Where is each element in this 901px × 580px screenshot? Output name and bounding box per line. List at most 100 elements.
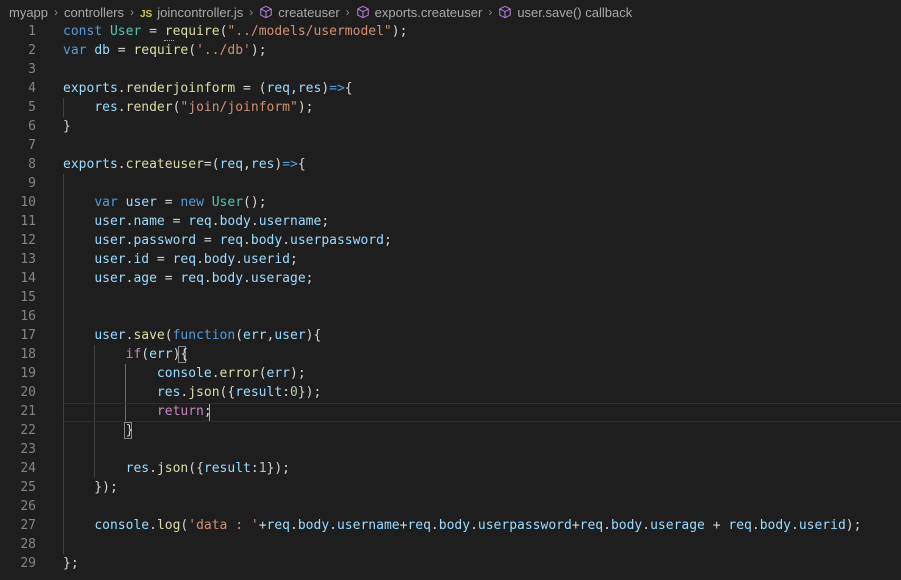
code-line[interactable]: 8 exports.createuser=(req,res)=>{ — [0, 155, 901, 174]
line-number: 7 — [28, 138, 36, 153]
breadcrumb-symbol-createuser[interactable]: createuser — [259, 5, 340, 20]
code-line[interactable]: 5 res.render("join/joinform"); — [0, 98, 901, 117]
code-line[interactable]: 9 — [0, 174, 901, 193]
code-line[interactable]: 18 if(err){ — [0, 345, 901, 364]
code-token: req — [188, 214, 212, 229]
code-line[interactable]: 22 } — [0, 421, 901, 440]
code-line[interactable]: 7 — [0, 136, 901, 155]
code-line[interactable]: 2 var db = require('../db'); — [0, 41, 901, 60]
code-token: }); — [266, 461, 291, 476]
code-token: render — [125, 100, 173, 115]
code-token: ; — [383, 233, 392, 248]
code-token: new — [180, 195, 212, 210]
code-line[interactable]: 13 user.id = req.body.userid; — [0, 250, 901, 269]
code-token: console — [94, 518, 150, 533]
code-text: }; — [63, 554, 79, 573]
code-token: return — [156, 404, 204, 419]
line-number: 14 — [20, 271, 36, 286]
code-token: . — [642, 518, 651, 533]
code-token: = — [196, 233, 220, 248]
breadcrumb: myapp › controllers › JS joincontroller.j… — [0, 0, 901, 24]
code-token: console — [156, 366, 212, 381]
code-line[interactable]: 20 res.json({result:0}); — [0, 383, 901, 402]
breadcrumb-symbol-exports-createuser[interactable]: exports.createuser — [356, 5, 482, 20]
code-token: require — [164, 24, 220, 39]
chevron-right-icon: › — [130, 5, 134, 19]
code-token: req — [728, 518, 752, 533]
code-token: ({ — [188, 461, 204, 476]
code-token: user — [94, 328, 126, 343]
code-token: + — [704, 518, 729, 533]
code-line[interactable]: 19 console.error(err); — [0, 364, 901, 383]
line-number: 27 — [20, 518, 36, 533]
code-token: password — [133, 233, 197, 248]
code-token: ); — [250, 43, 267, 58]
code-token: , — [243, 157, 251, 172]
code-token: ) — [321, 81, 330, 96]
code-token: ; — [290, 252, 298, 267]
code-token: }); — [63, 480, 118, 495]
code-token: . — [149, 518, 157, 533]
code-token: . — [282, 233, 291, 248]
code-token: { — [297, 157, 306, 172]
code-token: + — [258, 518, 267, 533]
breadcrumb-symbol-save-callback[interactable]: user.save() callback — [498, 5, 632, 20]
chevron-right-icon: › — [345, 5, 350, 19]
code-token: json — [188, 385, 220, 400]
line-number: 4 — [28, 81, 36, 96]
code-token: req — [180, 271, 204, 286]
code-token: { — [344, 81, 353, 96]
code-token: res — [156, 385, 181, 400]
chevron-right-icon: › — [249, 5, 254, 19]
code-line[interactable]: 29}; — [0, 554, 901, 573]
line-number: 12 — [20, 233, 36, 248]
code-line[interactable]: 21 return; — [0, 402, 901, 421]
line-number: 16 — [20, 309, 36, 324]
code-token: res — [297, 81, 322, 96]
code-token: user — [94, 252, 126, 267]
code-editor[interactable]: 1 const User = require("../models/usermod… — [0, 22, 901, 573]
code-line[interactable]: 14 user.age = req.body.userage; — [0, 269, 901, 288]
line-number: 5 — [28, 100, 36, 115]
breadcrumb-folder-myapp[interactable]: myapp — [9, 5, 48, 20]
code-token: username — [258, 214, 322, 229]
code-token: body — [203, 252, 236, 267]
code-token: body — [610, 518, 643, 533]
code-line[interactable]: 27 console.log('data : '+req.body.userna… — [0, 516, 901, 535]
code-text: var user = new User(); — [63, 193, 266, 212]
code-line[interactable]: 26 — [0, 497, 901, 516]
code-line[interactable]: 12 user.password = req.body.userpassword… — [0, 231, 901, 250]
code-line[interactable]: 15 — [0, 288, 901, 307]
code-line[interactable]: 25 }); — [0, 478, 901, 497]
code-line[interactable]: 17 user.save(function(err,user){ — [0, 326, 901, 345]
code-line[interactable]: 11 user.name = req.body.username; — [0, 212, 901, 231]
code-token: . — [117, 100, 126, 115]
code-token: . — [470, 518, 478, 533]
code-line[interactable]: 23 — [0, 440, 901, 459]
breadcrumb-file[interactable]: JS joincontroller.js — [140, 5, 243, 20]
code-line[interactable]: 6} — [0, 117, 901, 136]
line-number: 18 — [20, 347, 36, 362]
symbol-cube-icon — [356, 5, 369, 18]
code-line[interactable]: 3 — [0, 60, 901, 79]
code-line[interactable]: 24 res.json({result:1}); — [0, 459, 901, 478]
code-token: age — [133, 271, 157, 286]
code-token: ){ — [305, 328, 322, 343]
code-line[interactable]: 4 exports.renderjoinform = (req,res)=>{ — [0, 79, 901, 98]
code-line[interactable]: 10 var user = new User(); — [0, 193, 901, 212]
code-line[interactable]: 28 — [0, 535, 901, 554]
breadcrumb-folder-controllers[interactable]: controllers — [64, 5, 124, 20]
code-token: . — [149, 461, 157, 476]
line-number: 3 — [28, 62, 36, 77]
code-line[interactable]: 16 — [0, 307, 901, 326]
code-token: userid — [243, 252, 291, 267]
code-text: } — [63, 421, 134, 440]
line-number: 23 — [20, 442, 36, 457]
code-line[interactable]: 1 const User = require("../models/usermod… — [0, 22, 901, 41]
breadcrumb-symbol-label: user.save() callback — [517, 4, 633, 20]
code-token: . — [243, 271, 251, 286]
